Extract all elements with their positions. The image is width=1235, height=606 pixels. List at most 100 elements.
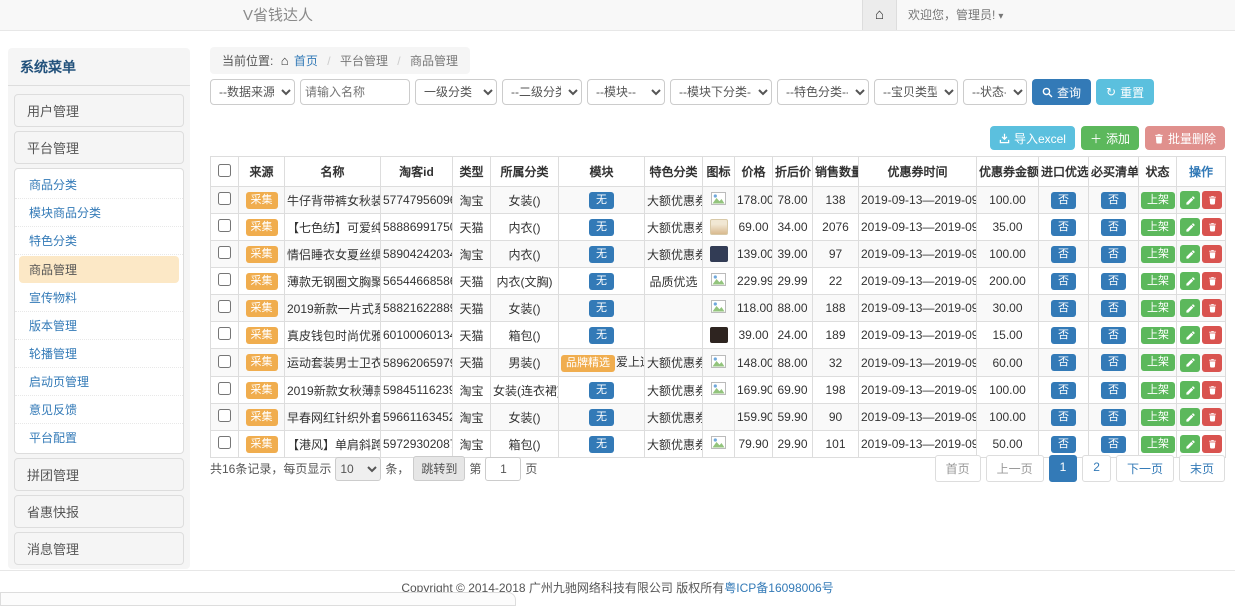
sidebar-item[interactable]: 省惠快报	[14, 495, 184, 528]
edit-button[interactable]	[1180, 381, 1200, 399]
reset-button[interactable]: ↻ 重置	[1096, 79, 1154, 105]
must-buy-badge[interactable]: 否	[1101, 327, 1126, 344]
page-link[interactable]: 2	[1082, 455, 1111, 482]
delete-button[interactable]	[1202, 381, 1222, 399]
edit-button[interactable]	[1180, 272, 1200, 290]
row-checkbox[interactable]	[218, 355, 231, 368]
status-badge[interactable]: 上架	[1141, 273, 1175, 290]
delete-button[interactable]	[1202, 299, 1222, 317]
row-checkbox[interactable]	[218, 382, 231, 395]
must-buy-badge[interactable]: 否	[1101, 192, 1126, 209]
import-pick-badge[interactable]: 否	[1051, 327, 1076, 344]
must-buy-badge[interactable]: 否	[1101, 382, 1126, 399]
import-pick-badge[interactable]: 否	[1051, 273, 1076, 290]
user-menu[interactable]: 欢迎您，管理员!▾	[908, 0, 1003, 32]
delete-button[interactable]	[1202, 354, 1222, 372]
sidebar-subitem[interactable]: 商品分类	[15, 171, 183, 199]
row-checkbox[interactable]	[218, 219, 231, 232]
row-checkbox[interactable]	[218, 246, 231, 259]
sidebar-item[interactable]: 拼团管理	[14, 458, 184, 491]
page-number-input[interactable]	[485, 457, 521, 481]
sidebar-subitem[interactable]: 宣传物料	[15, 284, 183, 312]
per-page-select[interactable]: 10	[335, 457, 381, 481]
page-link[interactable]: 1	[1049, 455, 1078, 482]
data-source-select[interactable]: --数据来源--	[210, 79, 295, 105]
must-buy-badge[interactable]: 否	[1101, 219, 1126, 236]
delete-button[interactable]	[1202, 326, 1222, 344]
level1-category-select[interactable]: 一级分类	[415, 79, 497, 105]
feature-select[interactable]: --特色分类--	[777, 79, 869, 105]
row-checkbox[interactable]	[218, 300, 231, 313]
sidebar-subitem[interactable]: 模块商品分类	[15, 199, 183, 227]
sidebar-subitem[interactable]: 轮播管理	[15, 340, 183, 368]
import-pick-badge[interactable]: 否	[1051, 219, 1076, 236]
status-select[interactable]: --状态--	[963, 79, 1027, 105]
import-pick-badge[interactable]: 否	[1051, 382, 1076, 399]
item-type-select[interactable]: --宝贝类型--	[874, 79, 958, 105]
import-pick-badge[interactable]: 否	[1051, 300, 1076, 317]
sidebar-subitem[interactable]: 平台配置	[15, 424, 183, 451]
batch-delete-button[interactable]: 批量删除	[1145, 126, 1225, 150]
edit-button[interactable]	[1180, 218, 1200, 236]
edit-button[interactable]	[1180, 326, 1200, 344]
name-input[interactable]	[300, 79, 410, 105]
delete-button[interactable]	[1202, 191, 1222, 209]
status-badge[interactable]: 上架	[1141, 219, 1175, 236]
row-checkbox[interactable]	[218, 273, 231, 286]
row-checkbox[interactable]	[218, 192, 231, 205]
must-buy-badge[interactable]: 否	[1101, 246, 1126, 263]
add-button[interactable]: ＋ 添加	[1081, 126, 1139, 150]
search-button[interactable]: 查询	[1032, 79, 1091, 105]
delete-button[interactable]	[1202, 408, 1222, 426]
status-badge[interactable]: 上架	[1141, 409, 1175, 426]
breadcrumb-home-link[interactable]: 首页	[294, 54, 318, 68]
page-link[interactable]: 末页	[1179, 455, 1225, 482]
status-badge[interactable]: 上架	[1141, 300, 1175, 317]
module-sub-select[interactable]: --模块下分类--	[670, 79, 772, 105]
edit-button[interactable]	[1180, 354, 1200, 372]
home-button[interactable]: ⌂	[862, 0, 897, 30]
import-pick-badge[interactable]: 否	[1051, 436, 1076, 453]
sidebar-subitem[interactable]: 意见反馈	[15, 396, 183, 424]
delete-button[interactable]	[1202, 218, 1222, 236]
sidebar-item[interactable]: 平台管理	[14, 131, 184, 164]
import-pick-badge[interactable]: 否	[1051, 409, 1076, 426]
must-buy-badge[interactable]: 否	[1101, 273, 1126, 290]
delete-button[interactable]	[1202, 245, 1222, 263]
select-all-checkbox[interactable]	[218, 164, 231, 177]
must-buy-badge[interactable]: 否	[1101, 300, 1126, 317]
sidebar-subitem[interactable]: 商品管理	[19, 256, 179, 283]
row-checkbox[interactable]	[218, 436, 231, 449]
must-buy-badge[interactable]: 否	[1101, 436, 1126, 453]
level2-category-select[interactable]: --二级分类--	[502, 79, 582, 105]
import-pick-badge[interactable]: 否	[1051, 354, 1076, 371]
sidebar-subitem[interactable]: 版本管理	[15, 312, 183, 340]
import-pick-badge[interactable]: 否	[1051, 192, 1076, 209]
sidebar-item[interactable]: 消息管理	[14, 532, 184, 565]
sidebar-subitem[interactable]: 特色分类	[15, 227, 183, 255]
must-buy-badge[interactable]: 否	[1101, 354, 1126, 371]
edit-button[interactable]	[1180, 245, 1200, 263]
status-badge[interactable]: 上架	[1141, 192, 1175, 209]
edit-button[interactable]	[1180, 191, 1200, 209]
import-excel-button[interactable]: 导入excel	[990, 126, 1075, 150]
status-badge[interactable]: 上架	[1141, 382, 1175, 399]
status-badge[interactable]: 上架	[1141, 436, 1175, 453]
edit-button[interactable]	[1180, 299, 1200, 317]
jump-button[interactable]: 跳转到	[413, 456, 465, 481]
status-badge[interactable]: 上架	[1141, 354, 1175, 371]
status-badge[interactable]: 上架	[1141, 327, 1175, 344]
edit-button[interactable]	[1180, 408, 1200, 426]
sidebar-item[interactable]: 用户管理	[14, 94, 184, 127]
import-pick-badge[interactable]: 否	[1051, 246, 1076, 263]
must-buy-badge[interactable]: 否	[1101, 409, 1126, 426]
icp-link[interactable]: 粤ICP备16098006号	[724, 581, 833, 595]
edit-button[interactable]	[1180, 435, 1200, 453]
row-checkbox[interactable]	[218, 327, 231, 340]
sidebar-subitem[interactable]: 启动页管理	[15, 368, 183, 396]
delete-button[interactable]	[1202, 435, 1222, 453]
row-checkbox[interactable]	[218, 409, 231, 422]
status-badge[interactable]: 上架	[1141, 246, 1175, 263]
page-link[interactable]: 下一页	[1116, 455, 1174, 482]
delete-button[interactable]	[1202, 272, 1222, 290]
